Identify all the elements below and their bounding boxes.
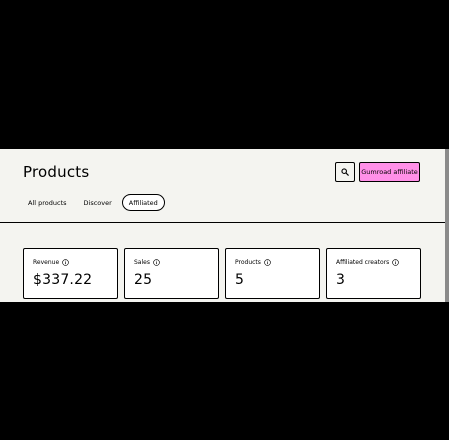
info-icon[interactable]: [153, 259, 160, 266]
info-icon[interactable]: [264, 259, 271, 266]
page-viewport: Products Gumroad affiliate All products …: [0, 149, 449, 302]
stat-card-products: Products 5: [225, 248, 320, 299]
tab-all-products[interactable]: All products: [21, 194, 74, 211]
stat-label: Revenue: [33, 259, 60, 266]
tab-affiliated[interactable]: Affiliated: [121, 194, 165, 211]
page-title: Products: [23, 163, 90, 181]
search-button[interactable]: [335, 162, 355, 182]
stat-card-revenue: Revenue $337.22: [23, 248, 118, 299]
info-icon[interactable]: [62, 259, 69, 266]
scrollbar-thumb[interactable]: [445, 149, 449, 302]
stat-value: 3: [336, 272, 346, 288]
stat-card-affiliated-creators: Affiliated creators 3: [326, 248, 421, 299]
stat-card-sales: Sales 25: [124, 248, 219, 299]
stat-value: 5: [235, 272, 245, 288]
info-icon[interactable]: [392, 259, 400, 266]
page-header: Products Gumroad affiliate All products …: [0, 149, 445, 223]
stat-label: Affiliated creators: [336, 259, 390, 266]
stats-row: Revenue $337.22 Sales 25 Products 5 Affi…: [23, 248, 421, 299]
stat-value: $337.22: [33, 272, 93, 288]
stat-label: Products: [235, 259, 261, 266]
product-tabs: All products Discover Affiliated: [21, 194, 165, 211]
gumroad-affiliate-button[interactable]: Gumroad affiliate: [359, 162, 420, 182]
scrollbar[interactable]: [445, 149, 449, 302]
tab-discover[interactable]: Discover: [77, 194, 119, 211]
search-icon: [341, 168, 349, 176]
stat-value: 25: [134, 272, 153, 288]
stat-label: Sales: [134, 259, 150, 266]
